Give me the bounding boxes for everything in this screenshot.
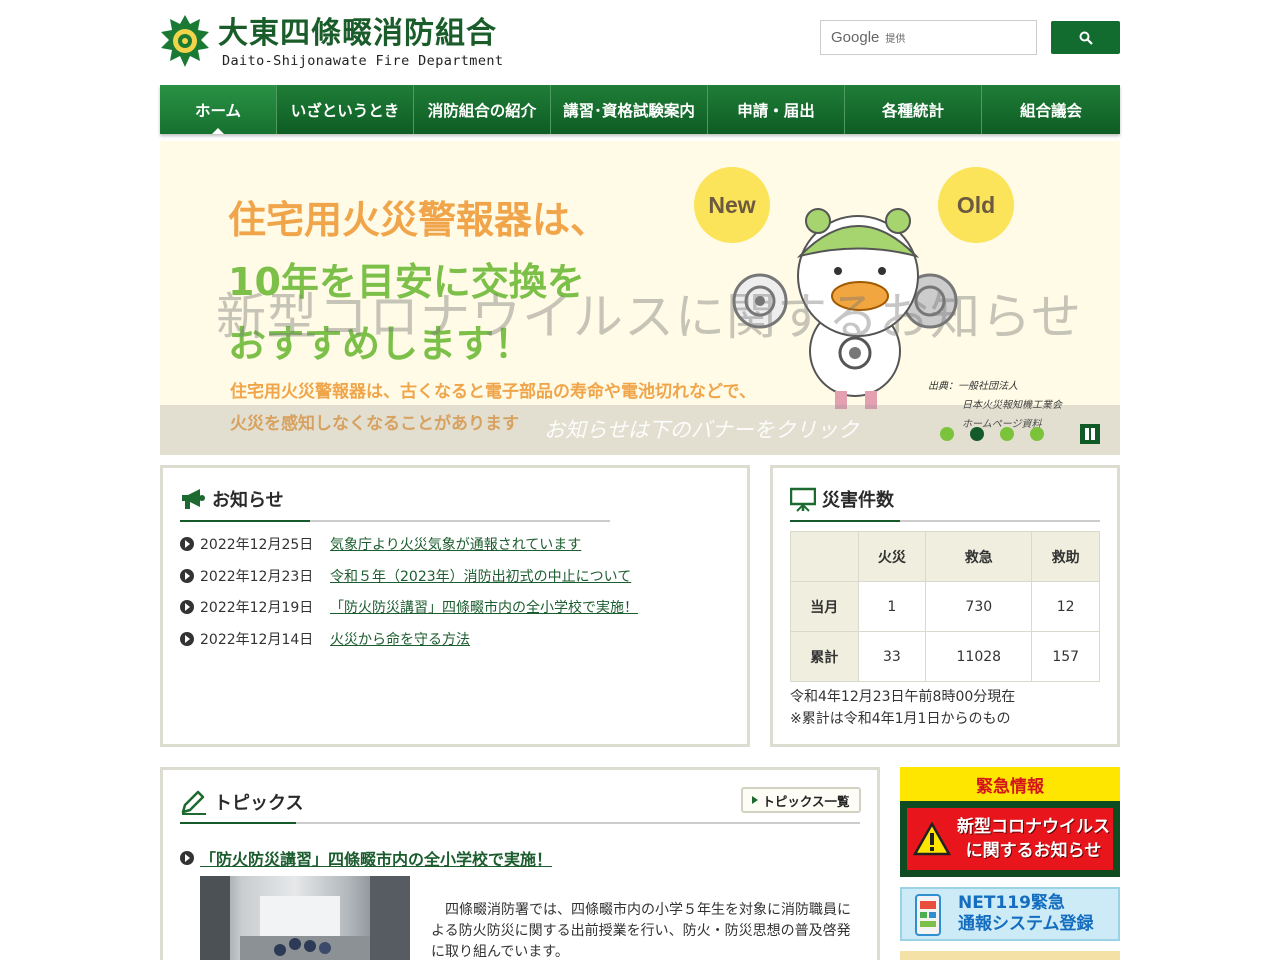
slider-dot-1[interactable] <box>940 427 954 441</box>
hero-slider[interactable]: 住宅用火災警報器は、 10年を目安に交換を おすすめします！ 住宅用火災警報器は… <box>160 141 1120 455</box>
nav-item-assembly[interactable]: 組合議会 <box>982 85 1120 134</box>
emergency-info-box: 緊急情報 新型コロナウイルス に関するお知らせ <box>900 767 1120 877</box>
disaster-title-rule-accent <box>790 520 900 522</box>
smartphone-icon <box>915 894 941 936</box>
arrow-bullet-icon <box>180 632 194 646</box>
pencil-icon <box>181 790 206 815</box>
row-header: 累計 <box>790 631 859 682</box>
topic-item-title: 「防火防災講習」四條畷市内の全小学校で実施！ <box>180 846 552 870</box>
net119-line-1: NET119緊急 <box>958 893 1065 913</box>
table-cell: 33 <box>857 631 927 682</box>
fire-dept-emblem-icon <box>161 15 209 67</box>
covid-notice-banner[interactable]: 新型コロナウイルス に関するお知らせ <box>907 808 1113 870</box>
covid-notice-line-1: 新型コロナウイルス <box>957 817 1110 837</box>
nav-item-home[interactable]: ホーム <box>160 85 277 134</box>
table-cell: 11028 <box>925 631 1033 682</box>
table-cell: 1 <box>857 581 927 632</box>
news-date: 2022年12月14日 <box>200 632 314 648</box>
slider-dot-2[interactable] <box>970 427 984 441</box>
hero-headline-1: 住宅用火災警報器は、 <box>228 198 609 242</box>
nav-item-about[interactable]: 消防組合の紹介 <box>414 85 551 134</box>
news-link[interactable]: 気象庁より火災気象が通報されています <box>330 534 581 554</box>
news-date: 2022年12月19日 <box>200 600 314 616</box>
arrow-bullet-icon <box>180 569 194 583</box>
site-logo[interactable]: 大東四條畷消防組合 Daito-Shijonawate Fire Departm… <box>160 14 503 68</box>
news-title-rule-accent <box>180 520 310 522</box>
search-button[interactable] <box>1051 21 1120 54</box>
news-date: 2022年12月23日 <box>200 569 314 585</box>
disaster-title: 災害件数 <box>822 490 894 511</box>
hero-overlay-title: 新型コロナウイルスに関するお知らせ <box>216 288 1082 346</box>
slider-pause-button[interactable] <box>1080 424 1100 444</box>
net119-banner[interactable]: NET119緊急 通報システム登録 <box>900 887 1120 941</box>
table-cell: 730 <box>925 581 1033 632</box>
search-provided-label: 提供 <box>885 34 906 45</box>
hero-subtext-1: 住宅用火災警報器は、古くなると電子部品の寿命や電池切れなどで、 <box>230 382 756 402</box>
emergency-info-heading: 緊急情報 <box>900 767 1120 801</box>
topics-title-rule-accent <box>180 822 296 824</box>
topics-title: トピックス <box>214 793 304 814</box>
arrow-bullet-icon <box>180 537 194 551</box>
news-row: 2022年12月23日 令和５年（2023年）消防出初式の中止について <box>180 566 631 586</box>
presentation-board-icon <box>790 487 816 512</box>
news-link[interactable]: 「防火防災講習」四條畷市内の全小学校で実施！ <box>330 597 638 617</box>
classroom-photo-illustration <box>200 876 410 960</box>
search-input[interactable]: Google 提供 <box>820 20 1037 55</box>
hero-caption: お知らせは下のバナーをクリック <box>544 418 859 442</box>
table-row: 累計 33 11028 157 <box>790 631 1100 682</box>
megaphone-icon <box>182 489 205 509</box>
slider-dot-3[interactable] <box>1000 427 1014 441</box>
row-header: 当月 <box>790 581 859 632</box>
site-subtitle: Daito-Shijonawate Fire Department <box>222 53 504 69</box>
column-header: 救急 <box>925 531 1033 582</box>
topic-link[interactable]: 「防火防災講習」四條畷市内の全小学校で実施！ <box>200 846 552 870</box>
nav-item-courses[interactable]: 講習･資格試験案内 <box>551 85 708 134</box>
nav-item-statistics[interactable]: 各種統計 <box>845 85 982 134</box>
stats-note: ※累計は令和4年1月1日からのもの <box>790 711 1011 727</box>
news-row: 2022年12月19日 「防火防災講習」四條畷市内の全小学校で実施！ <box>180 597 638 617</box>
news-panel: お知らせ 2022年12月25日 気象庁より火災気象が通報されています 2022… <box>160 465 750 747</box>
news-row: 2022年12月25日 気象庁より火災気象が通報されています <box>180 534 581 554</box>
search-icon <box>1079 31 1093 45</box>
table-row: 当月 1 730 12 <box>790 581 1100 632</box>
slider-dot-4[interactable] <box>1030 427 1044 441</box>
news-date: 2022年12月25日 <box>200 537 314 553</box>
warning-icon <box>913 822 951 856</box>
table-header-row: 火災 救急 救助 <box>790 531 1100 582</box>
search-brand-label: Google <box>831 29 880 46</box>
column-header: 救助 <box>1031 531 1100 582</box>
site-title: 大東四條畷消防組合 <box>218 16 497 51</box>
nav-item-applications[interactable]: 申請・届出 <box>708 85 845 134</box>
hero-credit-line-1: 出典：一般社団法人 <box>928 381 1018 392</box>
disaster-stats-panel: 災害件数 火災 救急 救助 当月 1 730 12 累計 33 11028 15… <box>770 465 1120 747</box>
site-header: 大東四條畷消防組合 Daito-Shijonawate Fire Departm… <box>160 0 1120 85</box>
arrow-bullet-icon <box>180 600 194 614</box>
topic-photo[interactable] <box>200 876 410 960</box>
arrow-bullet-icon <box>180 851 194 865</box>
disaster-stats-table: 火災 救急 救助 当月 1 730 12 累計 33 11028 157 <box>790 531 1100 682</box>
news-row: 2022年12月14日 火災から命を守る方法 <box>180 629 470 649</box>
table-cell: 157 <box>1031 631 1100 682</box>
news-title: お知らせ <box>212 490 284 511</box>
stats-timestamp: 令和4年12月23日午前8時00分現在 <box>790 689 1016 705</box>
topic-description: 四條畷消防署では、四條畷市内の小学５年生を対象に消防職員による防火防災に関する出… <box>431 902 851 960</box>
sidebar-banner-partial[interactable] <box>900 951 1120 960</box>
news-link[interactable]: 火災から命を守る方法 <box>330 629 470 649</box>
global-nav: ホーム いざというとき 消防組合の紹介 講習･資格試験案内 申請・届出 各種統計… <box>160 85 1120 134</box>
topics-list-button[interactable]: トピックス一覧 <box>741 787 861 813</box>
covid-notice-line-2: に関するお知らせ <box>965 841 1102 861</box>
nav-item-emergency[interactable]: いざというとき <box>277 85 414 134</box>
net119-line-2: 通報システム登録 <box>958 914 1094 934</box>
column-header: 火災 <box>857 531 927 582</box>
topics-panel: トピックス トピックス一覧 「防火防災講習」四條畷市内の全小学校で実施！ 四條畷… <box>160 767 880 960</box>
news-link[interactable]: 令和５年（2023年）消防出初式の中止について <box>330 566 631 586</box>
table-cell: 12 <box>1031 581 1100 632</box>
table-corner-cell <box>790 531 859 582</box>
